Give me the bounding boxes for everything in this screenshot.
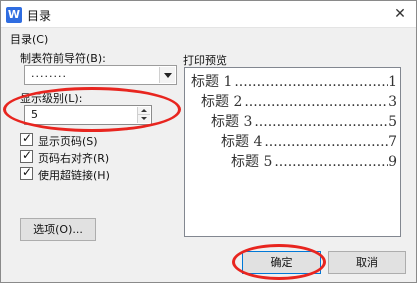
toc-dialog: W 目录 ✕ 目录(C) 制表符前导符(B): ........ 显示级别(L)… <box>0 0 417 283</box>
toc-entry-page: 5 <box>388 114 397 130</box>
checkmark-icon: ✓ <box>22 131 33 145</box>
level-label: 显示级别(L): <box>20 92 83 105</box>
hyperlinks-label: 使用超链接(H) <box>38 169 110 182</box>
toc-entry-title: 标题 1 <box>191 74 233 90</box>
stepper-up-icon[interactable] <box>138 107 150 115</box>
toc-entry-page: 1 <box>388 74 397 90</box>
cancel-button[interactable]: 取消 <box>328 251 406 274</box>
wps-writer-icon: W <box>6 7 22 23</box>
title-bar: W 目录 ✕ <box>1 1 416 28</box>
print-preview: 标题 1 ...................................… <box>184 67 401 237</box>
leader-select[interactable]: ........ <box>24 65 177 85</box>
toc-preview-line: 标题 3 ...................................… <box>211 113 397 131</box>
toc-preview-line: 标题 2 ...................................… <box>201 93 397 111</box>
leader-dots: ........................................… <box>264 134 389 150</box>
toc-entry-title: 标题 5 <box>231 154 273 170</box>
toc-entry-page: 7 <box>388 134 397 150</box>
leader-dots: ........................................… <box>244 94 388 110</box>
close-button[interactable]: ✕ <box>388 3 412 25</box>
leader-value: ........ <box>31 67 67 80</box>
leader-dots: ........................................… <box>234 74 388 90</box>
toc-entry-page: 3 <box>388 94 397 110</box>
right-align-label: 页码右对齐(R) <box>38 152 110 165</box>
toc-group-label: 目录(C) <box>10 33 49 46</box>
toc-entry-title: 标题 3 <box>211 114 253 130</box>
toc-preview-line: 标题 1 ...................................… <box>191 73 397 91</box>
chevron-down-icon[interactable] <box>159 67 175 83</box>
leader-dots: ........................................… <box>254 114 389 130</box>
toc-preview-line: 标题 5 ...................................… <box>231 153 397 171</box>
toc-entry-title: 标题 2 <box>201 94 243 110</box>
toc-entry-title: 标题 4 <box>221 134 263 150</box>
leader-dots: ........................................… <box>274 154 389 170</box>
dialog-title: 目录 <box>27 9 52 23</box>
stepper-buttons <box>137 107 150 123</box>
show-page-numbers-label: 显示页码(S) <box>38 135 98 148</box>
checkbox-box[interactable]: ✓ <box>20 165 33 180</box>
checkbox-box[interactable]: ✓ <box>20 148 33 163</box>
level-stepper[interactable]: 5 <box>24 105 152 125</box>
options-button[interactable]: 选项(O)... <box>20 218 96 241</box>
preview-label: 打印预览 <box>183 54 227 67</box>
level-value: 5 <box>31 108 38 121</box>
checkbox-box[interactable]: ✓ <box>20 131 33 146</box>
checkmark-icon: ✓ <box>22 148 33 162</box>
stepper-down-icon[interactable] <box>138 115 150 123</box>
leader-label: 制表符前导符(B): <box>20 52 106 65</box>
toc-entry-page: 9 <box>388 154 397 170</box>
close-icon: ✕ <box>394 6 406 22</box>
ok-button[interactable]: 确定 <box>242 251 321 274</box>
checkmark-icon: ✓ <box>22 165 33 179</box>
toc-preview-line: 标题 4 ...................................… <box>221 133 397 151</box>
